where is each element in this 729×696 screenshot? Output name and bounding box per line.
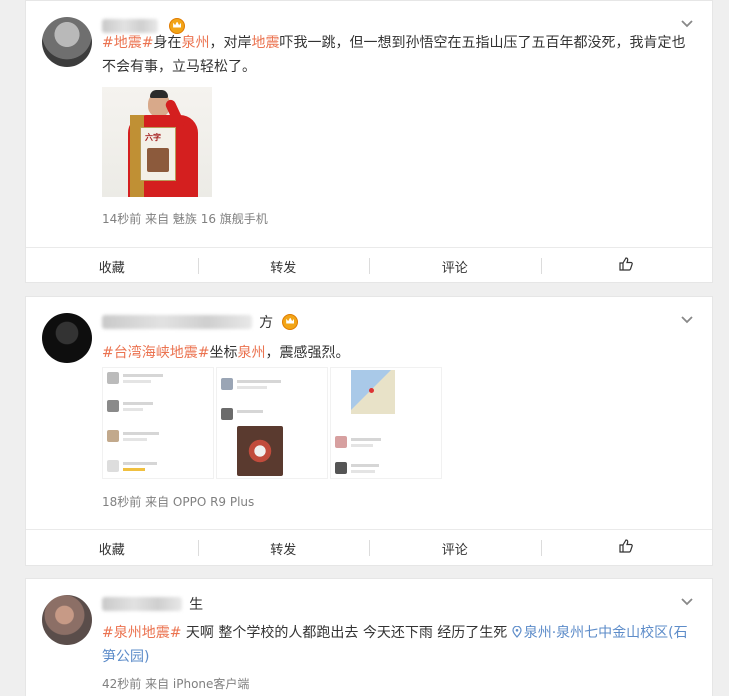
repost-button[interactable]: 转发 [197,530,370,566]
weibo-card-3: 生 #泉州地震# 天啊 整个学校的人都跑出去 今天还下雨 经历了生死 泉州·泉州… [25,578,713,696]
video-thumbnail [237,426,283,476]
text-segment: ，对岸 [209,35,252,51]
post-meta: 14秒前 来自 魅族 16 旗舰手机 [102,212,268,226]
action-bar: 收藏 转发 评论 [26,247,712,284]
repost-label: 转发 [270,542,297,558]
thumbs-up-icon [619,257,634,275]
like-button[interactable] [540,530,713,566]
keyword-link[interactable]: 泉州 [181,35,209,51]
topic-part: 地震 [169,345,198,361]
comment-button[interactable]: 评论 [369,248,541,284]
repost-label: 转发 [270,260,297,276]
user-name[interactable]: 方 [102,311,299,331]
comment-label: 评论 [441,260,468,276]
weibo-card-1: #地震#身在泉州，对岸地震吓我一跳，但一想到孙悟空在五指山压了五百年都没死，我肯… [25,0,713,283]
post-image-2[interactable] [216,367,328,479]
crown-icon [282,313,299,330]
book-image: 六字 [140,127,176,181]
weibo-card-2: 方 #台湾海峡地震#坐标泉州，震感强烈。 18秒前 来自 OPPO R9 Plu… [25,296,713,566]
text-segment: ，震感强烈。 [265,345,350,361]
action-bar: 收藏 转发 评论 [26,529,712,566]
collect-button[interactable]: 收藏 [26,530,198,566]
chevron-down-icon[interactable] [680,17,694,31]
person-hair [150,90,168,98]
map-thumbnail [351,370,395,414]
location-pin-icon [512,622,522,638]
text-segment: 身在 [153,35,182,51]
keyword-link[interactable]: 地震 [251,35,279,51]
post-text: #台湾海峡地震#坐标泉州，震感强烈。 [102,341,688,365]
keyword-link[interactable]: 泉州 [237,345,265,361]
post-image-3[interactable] [330,367,442,479]
post-text: #泉州地震# 天啊 整个学校的人都跑出去 今天还下雨 经历了生死 泉州·泉州七中… [102,621,688,669]
comment-label: 评论 [441,542,468,558]
blurred-username [102,314,252,329]
text-segment: 天啊 整个学校的人都跑出去 今天还下雨 经历了生死 [181,625,512,641]
chevron-down-icon[interactable] [680,313,694,327]
topic-link[interactable]: #泉州地震# [102,625,181,641]
book-label: 六字 [145,133,161,142]
topic-part: # [197,345,210,361]
collect-label: 收藏 [98,260,125,276]
topic-link[interactable]: #地震# [102,35,153,51]
post-image[interactable]: 六字 [102,87,212,197]
topic-link[interactable]: #台湾海峡地震# [102,345,209,361]
user-name[interactable]: 生 [102,593,204,613]
avatar[interactable] [42,595,92,645]
thumbs-up-icon [619,539,634,557]
avatar[interactable] [42,17,92,67]
chevron-down-icon[interactable] [680,595,694,609]
user-name-suffix: 生 [189,596,204,613]
post-meta: 18秒前 来自 OPPO R9 Plus [102,495,255,509]
text-segment: 坐标 [209,345,238,361]
comment-button[interactable]: 评论 [369,530,541,566]
post-meta: 42秒前 来自 iPhone客户端 [102,677,250,691]
collect-button[interactable]: 收藏 [26,248,198,284]
repost-button[interactable]: 转发 [197,248,370,284]
post-text: #地震#身在泉州，对岸地震吓我一跳，但一想到孙悟空在五指山压了五百年都没死，我肯… [102,31,688,79]
like-button[interactable] [540,248,713,284]
blurred-username [102,596,182,611]
post-image-1[interactable] [102,367,214,479]
user-name-suffix: 方 [259,314,274,331]
topic-part: #台湾海峡 [102,345,170,361]
avatar[interactable] [42,313,92,363]
collect-label: 收藏 [98,542,125,558]
